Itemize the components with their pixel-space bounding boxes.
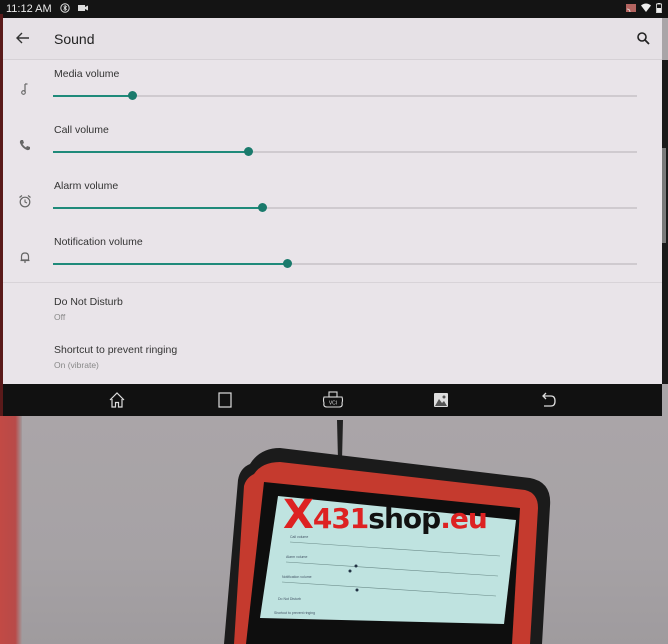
navigation-bar: VCI <box>3 384 662 416</box>
do-not-disturb-item[interactable]: Do Not Disturb Off <box>3 290 662 338</box>
arrow-left-icon <box>16 32 29 44</box>
page-title: Sound <box>54 30 95 47</box>
vci-icon: VCI <box>322 391 344 408</box>
pref-summary: On (vibrate) <box>54 360 99 370</box>
app-bar: Sound <box>3 18 662 60</box>
bluetooth-icon <box>59 2 70 16</box>
volume-label: Notification volume <box>54 236 143 248</box>
volume-label: Media volume <box>54 68 120 80</box>
svg-text:Alarm volume: Alarm volume <box>286 555 307 559</box>
volume-label: Call volume <box>54 124 109 136</box>
alarm-volume-row: Alarm volume <box>3 174 662 230</box>
slider-fill <box>53 207 263 209</box>
alarm-volume-slider[interactable] <box>53 203 637 212</box>
call-volume-slider[interactable] <box>53 147 637 156</box>
notification-volume-slider[interactable] <box>53 259 637 268</box>
slider-fill <box>53 95 132 97</box>
call-volume-row: Call volume <box>3 118 662 174</box>
slider-fill <box>53 151 249 153</box>
volume-label: Alarm volume <box>54 180 119 192</box>
watermark-logo: X431shop.eu <box>283 492 488 538</box>
watermark-shop: shop <box>368 502 441 535</box>
search-button[interactable] <box>634 29 654 49</box>
wifi-icon <box>641 3 651 15</box>
vci-button[interactable]: VCI <box>321 391 345 409</box>
watermark-number: 431 <box>312 502 369 535</box>
settings-list: Media volume Call volume Alarm volume No… <box>3 60 662 384</box>
slider-thumb[interactable] <box>282 259 292 268</box>
watermark-tld: .eu <box>440 502 488 535</box>
slider-thumb[interactable] <box>258 203 268 212</box>
video-camera-icon <box>77 3 88 15</box>
pref-title: Do Not Disturb <box>54 296 123 308</box>
gallery-button[interactable] <box>431 391 451 409</box>
section-divider <box>3 282 662 283</box>
home-icon <box>109 392 125 408</box>
status-right-icons <box>626 2 662 16</box>
media-volume-row: Media volume <box>3 62 662 118</box>
bell-icon <box>17 250 33 266</box>
scrollbar-thumb[interactable] <box>662 148 666 243</box>
home-button[interactable] <box>107 391 127 409</box>
photo-red-object <box>0 416 22 644</box>
slider-thumb[interactable] <box>244 147 254 156</box>
phone-icon <box>17 138 33 154</box>
back-icon <box>542 392 556 407</box>
battery-icon <box>656 2 662 16</box>
recents-button[interactable] <box>215 391 235 409</box>
cast-icon <box>626 3 636 15</box>
svg-text:VCI: VCI <box>329 401 337 407</box>
notification-volume-row: Notification volume <box>3 230 662 286</box>
pref-title: Shortcut to prevent ringing <box>54 344 178 356</box>
prevent-ringing-item[interactable]: Shortcut to prevent ringing On (vibrate) <box>3 338 662 384</box>
music-note-icon <box>17 82 33 98</box>
status-time: 11:12 AM <box>6 3 52 15</box>
back-button[interactable] <box>5 28 41 49</box>
slider-thumb[interactable] <box>127 91 137 100</box>
slider-fill <box>53 263 287 265</box>
scrollbar[interactable] <box>662 60 668 384</box>
search-icon <box>637 31 650 45</box>
watermark-x: X <box>283 492 314 538</box>
pref-summary: Off <box>54 312 66 322</box>
media-volume-slider[interactable] <box>53 91 637 100</box>
alarm-clock-icon <box>17 194 33 210</box>
status-bar: 11:12 AM <box>0 0 668 18</box>
gallery-icon <box>434 393 448 407</box>
back-nav-button[interactable] <box>539 391 559 409</box>
svg-text:Shortcut to prevent ringing: Shortcut to prevent ringing <box>274 611 315 615</box>
svg-text:Do Not Disturb: Do Not Disturb <box>278 597 301 601</box>
recents-icon <box>218 392 232 408</box>
svg-text:Notification volume: Notification volume <box>282 575 312 579</box>
screen: 11:12 AM Sound Media volume Call volume … <box>0 0 668 644</box>
